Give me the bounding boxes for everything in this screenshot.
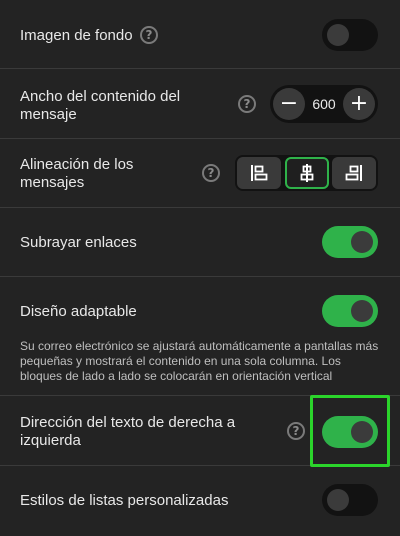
align-left-button[interactable] <box>237 157 281 189</box>
align-center-icon <box>300 164 314 182</box>
align-right-icon <box>345 165 362 181</box>
align-right-button[interactable] <box>332 157 376 189</box>
email-settings-panel: Imagen de fondo ? Ancho del contenido de… <box>0 0 400 536</box>
content-width-value[interactable]: 600 <box>308 85 340 123</box>
responsive-design-label: Diseño adaptable <box>20 303 137 320</box>
toggle-knob <box>327 489 349 511</box>
rtl-direction-label: Dirección del texto de derecha a izquier… <box>20 414 236 449</box>
underline-links-label: Subrayar enlaces <box>20 234 137 251</box>
row-underline-links: Subrayar enlaces <box>0 208 400 277</box>
row-background-image: Imagen de fondo ? <box>0 0 400 69</box>
help-icon[interactable]: ? <box>202 164 220 182</box>
background-image-toggle[interactable] <box>322 19 378 51</box>
alignment-selector <box>235 155 378 191</box>
toggle-knob <box>351 300 373 322</box>
row-custom-list-styles: Estilos de listas personalizadas <box>0 466 400 536</box>
increment-button[interactable]: + <box>343 88 375 120</box>
help-icon[interactable]: ? <box>140 26 158 44</box>
align-center-button[interactable] <box>285 157 329 189</box>
help-icon[interactable]: ? <box>287 422 305 440</box>
content-width-stepper: − 600 + <box>270 85 378 123</box>
align-left-icon <box>251 165 268 181</box>
responsive-design-toggle[interactable] <box>322 295 378 327</box>
background-image-label: Imagen de fondo <box>20 27 133 44</box>
toggle-knob <box>351 231 373 253</box>
custom-list-styles-toggle[interactable] <box>322 484 378 516</box>
custom-list-styles-label: Estilos de listas personalizadas <box>20 492 229 509</box>
help-icon[interactable]: ? <box>238 95 256 113</box>
decrement-button[interactable]: − <box>273 88 305 120</box>
focus-highlight-box <box>310 395 390 467</box>
responsive-design-description: Su correo electrónico se ajustará automá… <box>20 339 379 383</box>
alignment-label: Alineación de los mensajes <box>20 156 134 191</box>
toggle-knob <box>327 24 349 46</box>
underline-links-toggle[interactable] <box>322 226 378 258</box>
content-width-label: Ancho del contenido del mensaje <box>20 88 181 123</box>
